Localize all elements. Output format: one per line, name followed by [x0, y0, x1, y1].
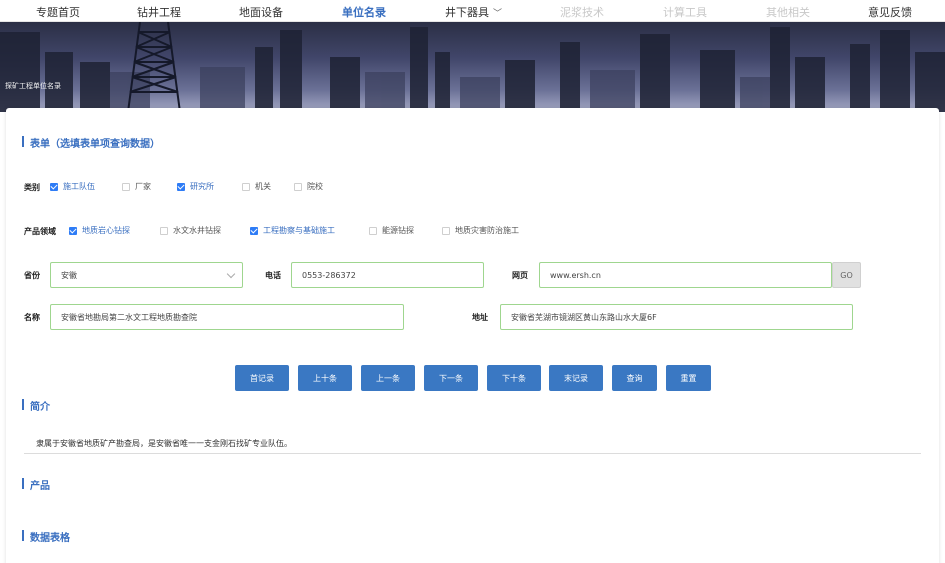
intro-section-title-text: 简介	[30, 402, 50, 413]
category-option-label: 施工队伍	[63, 182, 95, 191]
checkbox-icon[interactable]	[242, 182, 250, 191]
phone-input[interactable]: 0553-286372	[291, 262, 484, 288]
table-top-border	[24, 453, 921, 454]
domain-option-energy-drilling[interactable]: 能源钻探	[369, 225, 414, 236]
category-option-label: 厂家	[135, 182, 151, 191]
nav-item-home[interactable]: 专题首页	[36, 4, 80, 20]
first-record-button[interactable]: 首记录	[235, 365, 289, 391]
domain-option-core-drilling[interactable]: 地质岩心钻探	[69, 225, 130, 236]
chevron-down-icon: ﹀	[493, 9, 503, 19]
checkbox-icon[interactable]	[160, 226, 168, 235]
nav-item-downhole-label: 井下器具	[445, 6, 489, 19]
next-one-button[interactable]: 下一条	[424, 365, 478, 391]
domain-option-water-well[interactable]: 水文水井钻探	[160, 225, 221, 236]
domain-option-engineering-survey[interactable]: 工程勘察与基础施工	[250, 225, 335, 236]
domain-option-disaster-prevention[interactable]: 地质灾害防治施工	[442, 225, 519, 236]
phone-value: 0553-286372	[302, 270, 356, 280]
top-nav: 专题首页 钻井工程 地面设备 单位名录 井下器具 ﹀ 泥浆技术 计算工具 其他相关…	[0, 0, 945, 22]
province-select[interactable]: 安徽	[50, 262, 243, 288]
product-section-title: 产品	[22, 477, 50, 492]
datatable-section-title: 数据表格	[22, 529, 70, 544]
reset-button[interactable]: 重置	[666, 365, 711, 391]
domain-label: 产品领域	[24, 227, 56, 236]
nav-item-feedback[interactable]: 意见反馈	[868, 4, 912, 20]
category-option-institute[interactable]: 研究所	[177, 181, 214, 192]
next-ten-button[interactable]: 下十条	[487, 365, 541, 391]
nav-item-others[interactable]: 其他相关	[766, 4, 810, 20]
intro-text: 隶属于安徽省地质矿产勘查局，是安徽省唯一一支金刚石找矿专业队伍。	[36, 439, 292, 448]
prev-ten-button[interactable]: 上十条	[298, 365, 352, 391]
province-value: 安徽	[61, 270, 77, 280]
province-label: 省份	[24, 271, 40, 280]
category-option-college[interactable]: 院校	[294, 181, 323, 192]
nav-item-calc-tools[interactable]: 计算工具	[663, 4, 707, 20]
category-option-manufacturer[interactable]: 厂家	[122, 181, 151, 192]
last-record-button[interactable]: 末记录	[549, 365, 603, 391]
checkbox-checked-icon[interactable]	[250, 226, 258, 235]
search-button[interactable]: 查询	[612, 365, 657, 391]
nav-item-directory[interactable]: 单位名录	[342, 4, 386, 20]
intro-section-title: 简介	[22, 398, 50, 413]
category-option-agency[interactable]: 机关	[242, 181, 271, 192]
website-input[interactable]: www.ersh.cn	[539, 262, 832, 288]
category-option-label: 研究所	[190, 182, 214, 191]
domain-option-label: 地质灾害防治施工	[455, 226, 519, 235]
name-value: 安徽省地勘局第二水文工程地质勘查院	[61, 312, 197, 322]
datatable-section-title-text: 数据表格	[30, 533, 70, 544]
checkbox-icon[interactable]	[294, 182, 302, 191]
checkbox-checked-icon[interactable]	[50, 182, 58, 191]
address-label: 地址	[472, 313, 488, 322]
checkbox-icon[interactable]	[442, 226, 450, 235]
form-section-title: 表单（选填表单项查询数据）	[22, 135, 160, 150]
banner: 探矿工程单位名录	[0, 22, 945, 112]
nav-item-surface-equipment[interactable]: 地面设备	[239, 4, 283, 20]
nav-item-drilling[interactable]: 钻井工程	[137, 4, 181, 20]
phone-label: 电话	[265, 271, 281, 280]
domain-option-label: 水文水井钻探	[173, 226, 221, 235]
product-section-title-text: 产品	[30, 481, 50, 492]
checkbox-checked-icon[interactable]	[69, 226, 77, 235]
domain-option-label: 地质岩心钻探	[82, 226, 130, 235]
banner-title: 探矿工程单位名录	[5, 82, 61, 90]
address-input[interactable]: 安徽省芜湖市镜湖区黄山东路山水大厦6F	[500, 304, 853, 330]
name-input[interactable]: 安徽省地勘局第二水文工程地质勘查院	[50, 304, 404, 330]
category-label: 类别	[24, 183, 40, 192]
nav-item-mud-tech[interactable]: 泥浆技术	[560, 4, 604, 20]
name-label: 名称	[24, 313, 40, 322]
prev-one-button[interactable]: 上一条	[361, 365, 415, 391]
checkbox-checked-icon[interactable]	[177, 182, 185, 191]
go-button[interactable]: GO	[832, 262, 861, 288]
main-card: 表单（选填表单项查询数据） 类别 施工队伍 厂家 研究所 机关 院校 产品领域 …	[6, 108, 939, 563]
category-option-label: 院校	[307, 182, 323, 191]
checkbox-icon[interactable]	[369, 226, 377, 235]
checkbox-icon[interactable]	[122, 182, 130, 191]
category-option-label: 机关	[255, 182, 271, 191]
domain-option-label: 工程勘察与基础施工	[263, 226, 335, 235]
domain-option-label: 能源钻探	[382, 226, 414, 235]
website-value: www.ersh.cn	[550, 270, 601, 280]
chevron-down-icon	[226, 269, 236, 279]
address-value: 安徽省芜湖市镜湖区黄山东路山水大厦6F	[511, 312, 657, 322]
nav-item-downhole-tools[interactable]: 井下器具 ﹀	[445, 4, 502, 20]
category-option-construction[interactable]: 施工队伍	[50, 181, 95, 192]
website-label: 网页	[512, 271, 528, 280]
form-section-title-text: 表单（选填表单项查询数据）	[30, 139, 160, 150]
banner-skyline-image	[0, 22, 945, 112]
